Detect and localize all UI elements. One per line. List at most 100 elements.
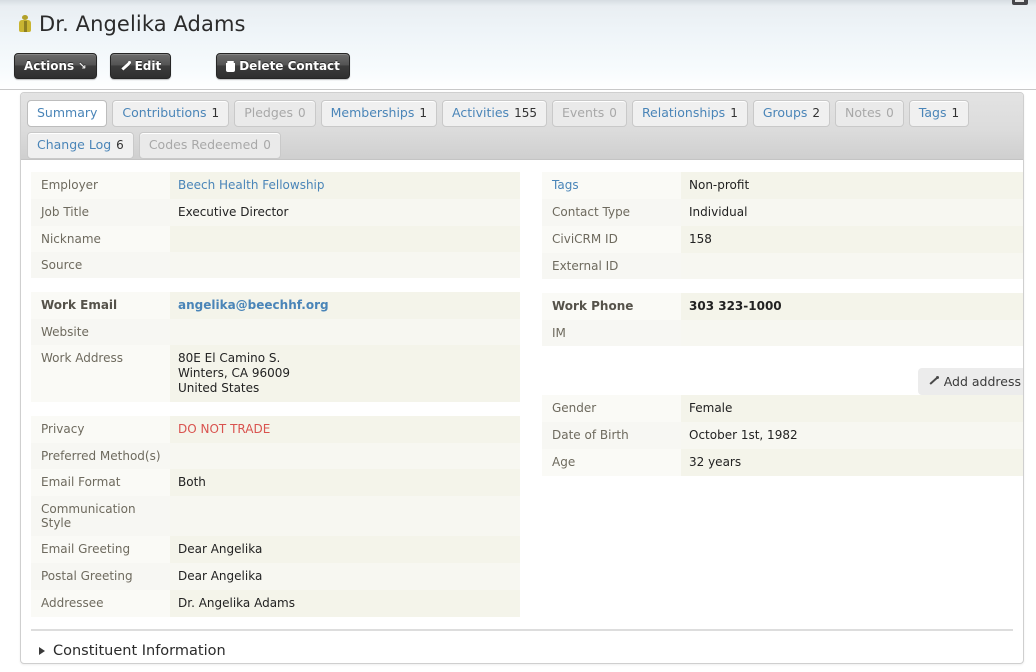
- pencil-icon: [928, 376, 939, 387]
- person-icon: [18, 15, 32, 33]
- tab-label: Change Log: [37, 138, 111, 152]
- field-value-civicrm-id: 158: [681, 226, 1024, 253]
- tab-count: 0: [298, 106, 306, 120]
- tab-pledges[interactable]: Pledges 0: [234, 100, 315, 127]
- field-row-date-of-birth: Date of BirthOctober 1st, 1982: [542, 422, 1024, 449]
- field-value-email-format: Both: [170, 469, 520, 496]
- delete-contact-button[interactable]: Delete Contact: [216, 53, 350, 79]
- field-value-gender: Female: [681, 395, 1024, 422]
- tab-events[interactable]: Events0: [552, 100, 627, 127]
- identification-block: TagsNon-profitContact TypeIndividualCivi…: [542, 172, 1024, 279]
- address-line: Winters, CA 96009: [178, 366, 514, 381]
- demographics-block: GenderFemaleDate of BirthOctober 1st, 19…: [542, 395, 1024, 476]
- field-value-external-id: [681, 253, 1024, 279]
- tab-contributions[interactable]: Contributions1: [112, 100, 229, 127]
- summary-tab-content: Employer Beech Health Fellowship Job Title…: [21, 160, 1023, 664]
- field-value-date-of-birth: October 1st, 1982: [681, 422, 1024, 449]
- field-label-civicrm-id: CiviCRM ID: [542, 226, 681, 253]
- phone-im-block: Work Phone303 323-1000IM: [542, 293, 1024, 346]
- contact-methods-block: Work Emailangelika@beechhf.orgWebsiteWor…: [31, 292, 520, 402]
- field-value-addressee: Dr. Angelika Adams: [170, 590, 520, 617]
- window-widget-icon[interactable]: [1012, 0, 1028, 5]
- field-value-age: 32 years: [681, 449, 1024, 476]
- field-row-work-email: Work Email angelika@beechhf.org: [31, 292, 520, 319]
- field-value-privacy: DO NOT TRADE: [170, 416, 520, 443]
- contact-panel: Summary Contributions1 Pledges 0 Memberships…: [20, 92, 1024, 664]
- field-link-employer[interactable]: Beech Health Fellowship: [178, 178, 325, 192]
- tab-strip: Summary Contributions1 Pledges 0 Memberships…: [21, 93, 1023, 160]
- tab-count: 0: [263, 138, 271, 152]
- field-label-preferred-method-s: Preferred Method(s): [31, 443, 170, 469]
- pencil-icon: [120, 61, 131, 72]
- tab-activities[interactable]: Activities 155: [442, 100, 547, 127]
- delete-contact-button-label: Delete Contact: [239, 59, 340, 73]
- tab-count: 155: [514, 106, 537, 120]
- field-row-age: Age32 years: [542, 449, 1024, 476]
- tab-label: Tags: [919, 106, 947, 120]
- field-label-employer: Employer: [31, 172, 170, 199]
- field-row-addressee: AddresseeDr. Angelika Adams: [31, 590, 520, 617]
- chevron-right-icon: [39, 647, 45, 655]
- tab-count: 1: [212, 106, 220, 120]
- add-address-button[interactable]: Add address: [918, 368, 1024, 395]
- field-label-date-of-birth: Date of Birth: [542, 422, 681, 449]
- tab-label: Events: [562, 106, 604, 120]
- tab-count: 6: [116, 138, 124, 152]
- tab-memberships[interactable]: Memberships 1: [321, 100, 437, 127]
- field-label-gender: Gender: [542, 395, 681, 422]
- chevron-down-icon: ↘: [78, 61, 86, 72]
- field-row-privacy: PrivacyDO NOT TRADE: [31, 416, 520, 443]
- constituent-information-label: Constituent Information: [53, 643, 226, 659]
- address-line: 80E El Camino S.: [178, 351, 514, 366]
- tab-change-log[interactable]: Change Log 6: [27, 132, 134, 159]
- edit-button[interactable]: Edit: [110, 53, 172, 79]
- tab-label: Pledges: [244, 106, 293, 120]
- right-column: TagsNon-profitContact TypeIndividualCivi…: [542, 172, 1024, 476]
- tab-list: Summary Contributions1 Pledges 0 Memberships…: [27, 100, 1017, 159]
- field-label-nickname: Nickname: [31, 226, 170, 252]
- field-label-job-title: Job Title: [31, 199, 170, 226]
- actions-button[interactable]: Actions ↘: [14, 53, 97, 79]
- field-label-addressee: Addressee: [31, 590, 170, 617]
- tab-count: 1: [419, 106, 427, 120]
- field-value-employer[interactable]: Beech Health Fellowship: [170, 172, 520, 199]
- tab-codes-redeemed[interactable]: Codes Redeemed0: [139, 132, 281, 159]
- field-value-job-title: Executive Director: [170, 199, 520, 226]
- trash-icon: [226, 61, 235, 72]
- field-label-email-greeting: Email Greeting: [31, 536, 170, 563]
- field-label-work-address: Work Address: [31, 345, 170, 402]
- field-value-work-email[interactable]: angelika@beechhf.org: [170, 292, 520, 319]
- tab-relationships[interactable]: Relationships1: [632, 100, 748, 127]
- field-value-communication-style: [170, 496, 520, 536]
- field-row-postal-greeting: Postal GreetingDear Angelika: [31, 563, 520, 590]
- field-value-source: [170, 252, 520, 278]
- tab-tags[interactable]: Tags1: [909, 100, 969, 127]
- constituent-information-toggle[interactable]: Constituent Information: [31, 631, 1013, 659]
- field-row-job-title: Job TitleExecutive Director: [31, 199, 520, 226]
- tab-label: Activities: [452, 106, 509, 120]
- tab-summary[interactable]: Summary: [27, 100, 107, 127]
- field-row-nickname: Nickname: [31, 226, 520, 252]
- contact-name: Dr. Angelika Adams: [39, 12, 246, 36]
- actions-button-label: Actions: [24, 59, 74, 73]
- field-row-im: IM: [542, 320, 1024, 346]
- field-label-contact-type: Contact Type: [542, 199, 681, 226]
- add-address-row: Add address: [542, 360, 1024, 395]
- tab-label: Memberships: [331, 106, 415, 120]
- field-row-source: Source: [31, 252, 520, 278]
- field-link-work-email[interactable]: angelika@beechhf.org: [178, 298, 329, 312]
- tab-notes[interactable]: Notes0: [835, 100, 904, 127]
- tab-groups[interactable]: Groups2: [753, 100, 830, 127]
- field-value-tags: Non-profit: [681, 172, 1024, 199]
- add-address-button-label: Add address: [944, 374, 1021, 389]
- tab-count: 2: [812, 106, 820, 120]
- field-label-work-phone: Work Phone: [542, 293, 681, 320]
- tab-label: Summary: [37, 106, 97, 120]
- field-label-tags[interactable]: Tags: [542, 172, 681, 199]
- field-value-website: [170, 319, 520, 345]
- field-row-email-greeting: Email GreetingDear Angelika: [31, 536, 520, 563]
- field-value-preferred-method-s: [170, 443, 520, 469]
- action-button-bar: Actions ↘ Edit Delete Contact: [14, 53, 350, 79]
- tab-label: Notes: [845, 106, 881, 120]
- field-label-work-email: Work Email: [31, 292, 170, 319]
